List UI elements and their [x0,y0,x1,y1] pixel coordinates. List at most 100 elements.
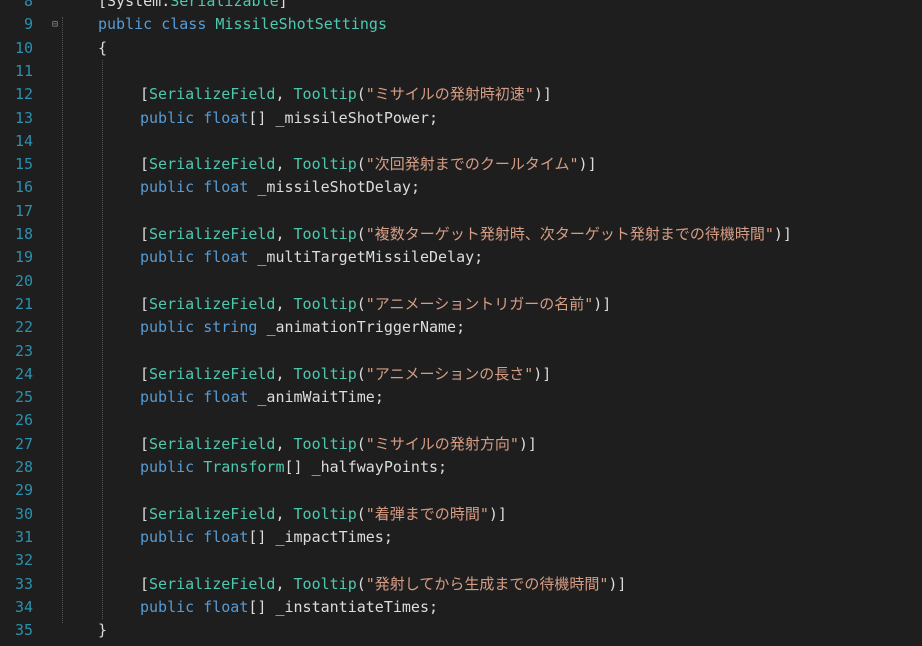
code-line[interactable]: 19 public float _multiTargetMissileDelay; [0,246,922,269]
line-number: 30 [14,504,33,523]
code-text: public float _animWaitTime; [140,386,384,409]
code-text: public string _animationTriggerName; [140,316,465,339]
code-token: )] [578,155,597,174]
code-editor[interactable]: 8 [System.Serializable] 9 ⊟ public class Mis… [0,0,922,646]
code-token: public [140,388,195,407]
code-line[interactable]: 25 public float _animWaitTime; [0,386,922,409]
code-token: _missileShotDelay [257,178,411,197]
code-token: , [275,574,294,593]
code-line[interactable]: 35} [0,619,922,642]
code-token: Tooltip [293,294,357,313]
code-line[interactable]: 18 [SerializeField, Tooltip("複数ターゲット発射時、次… [0,223,922,246]
code-token: _multiTargetMissileDelay [257,248,475,267]
code-text: public float[] _missileShotPower; [140,107,438,130]
code-token: } [98,621,108,640]
line-number: 23 [14,341,33,360]
code-line[interactable]: 15 [SerializeField, Tooltip("次回発射までのクールタイ… [0,153,922,176]
code-text: public float[] _impactTimes; [140,526,393,549]
code-token: ( [356,225,366,243]
code-line[interactable]: 31 public float[] _impactTimes; [0,526,922,549]
code-token: Serializable [170,0,279,10]
code-token: float [203,248,249,267]
code-token: Tooltip [293,504,357,523]
code-token: public [140,178,195,197]
code-line[interactable]: 32 [0,549,922,572]
code-text: [SerializeField, Tooltip("ミサイルの発射時初速")] [140,83,552,106]
code-token: public [140,458,195,476]
code-line[interactable]: 11 [0,60,922,83]
code-token: "複数ターゲット発射時、次ターゲット発射までの待機時間" [365,225,774,243]
code-line[interactable]: 33 [SerializeField, Tooltip("発射してから生成までの待… [0,573,922,596]
line-number: 21 [14,294,33,313]
code-token: Tooltip [293,434,357,453]
code-token: _animWaitTime [257,388,375,407]
code-token: ( [356,85,366,104]
code-text: [SerializeField, Tooltip("着弾までの時間")] [140,503,507,526]
code-token: , [275,504,294,523]
code-token: [ [140,225,150,243]
code-line[interactable]: 26 [0,409,922,432]
code-token: [ [140,364,150,383]
code-token: Tooltip [293,155,357,174]
code-line[interactable]: 28 public Transform[] _halfwayPoints; [0,456,922,479]
line-number: 12 [14,85,33,104]
code-token: float [203,388,249,407]
code-text: [SerializeField, Tooltip("アニメーションの長さ")] [140,363,551,386]
code-line[interactable]: 30 [SerializeField, Tooltip("着弾までの時間")] [0,503,922,526]
code-text: [SerializeField, Tooltip("次回発射までのクールタイム"… [140,153,597,176]
code-token: ( [356,364,366,383]
code-line[interactable]: 21 [SerializeField, Tooltip("アニメーショントリガーの… [0,293,922,316]
code-line[interactable]: 17 [0,200,922,223]
code-line[interactable]: 13 public float[] _missileShotPower; [0,107,922,130]
line-number: 34 [14,597,33,616]
code-token: SerializeField [149,225,276,243]
code-token: public [140,597,195,616]
code-token: [] [248,597,276,616]
code-line[interactable]: 14 [0,130,922,153]
code-line[interactable]: 9 ⊟ public class MissileShotSettings [0,13,922,36]
code-token: , [275,364,294,383]
code-text: public Transform[] _halfwayPoints; [140,456,447,479]
code-line[interactable]: 16 public float _missileShotDelay; [0,176,922,199]
code-text: { [98,37,107,60]
code-token: ; [474,248,484,267]
code-token: , [275,434,294,453]
code-text: public float _multiTargetMissileDelay; [140,246,483,269]
line-number: 17 [14,201,33,220]
code-token: SerializeField [149,85,276,104]
code-token: [ [140,155,150,174]
code-token: "ミサイルの発射時初速" [365,85,534,104]
code-token: ; [429,597,439,616]
code-line[interactable]: 12 [SerializeField, Tooltip("ミサイルの発射時初速")… [0,83,922,106]
fold-toggle-icon[interactable]: ⊟ [50,13,60,36]
line-number: 15 [14,155,33,174]
line-number: 33 [14,574,33,593]
line-number: 27 [14,434,33,453]
code-token: float [203,527,249,546]
code-token: . [161,0,171,10]
line-number: 24 [14,364,33,383]
code-line[interactable]: 20 [0,270,922,293]
code-line[interactable]: 34 public float[] _instantiateTimes; [0,596,922,619]
code-token: SerializeField [149,364,276,383]
code-line[interactable]: 27 [SerializeField, Tooltip("ミサイルの発射方向")] [0,433,922,456]
code-token: )] [608,574,627,593]
code-line[interactable]: 23 [0,340,922,363]
code-line[interactable]: 24 [SerializeField, Tooltip("アニメーションの長さ")… [0,363,922,386]
line-number: 13 [14,108,33,127]
code-line[interactable]: 29 [0,479,922,502]
code-text: [System.Serializable] [98,0,288,13]
code-token: _instantiateTimes [275,597,429,616]
code-line[interactable]: 10 { [0,37,922,60]
code-token: [] [248,527,276,546]
line-number: 20 [14,271,33,290]
code-token: float [203,178,249,197]
code-token: [ [140,504,150,523]
code-line[interactable]: 22 public string _animationTriggerName; [0,316,922,339]
code-line[interactable]: 8 [System.Serializable] [0,0,922,13]
